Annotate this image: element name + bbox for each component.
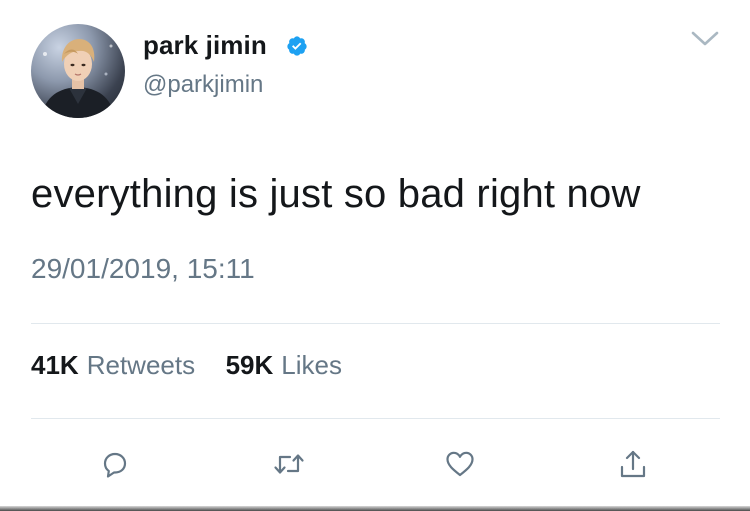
retweet-icon — [274, 454, 304, 474]
divider — [31, 323, 720, 324]
reply-button[interactable] — [97, 446, 133, 482]
divider — [31, 418, 720, 419]
retweets-count: 41K — [31, 350, 79, 380]
likes-count: 59K — [225, 350, 274, 380]
tweet-stats: 41K Retweets 59K Likes — [31, 350, 342, 381]
chevron-down-icon[interactable] — [690, 30, 720, 48]
avatar[interactable] — [31, 24, 125, 118]
like-button[interactable] — [442, 446, 478, 482]
likes-stat[interactable]: 59K Likes — [218, 350, 342, 380]
tweet-timestamp[interactable]: 29/01/2019, 15:11 — [31, 253, 255, 285]
screen-edge — [0, 506, 750, 511]
retweets-stat[interactable]: 41K Retweets — [31, 350, 202, 380]
likes-label: Likes — [281, 350, 342, 380]
tweet-card: park jimin @parkjimin everything is just… — [0, 0, 750, 511]
retweet-button[interactable] — [271, 446, 307, 482]
reply-icon — [103, 452, 127, 478]
display-name[interactable]: park jimin — [143, 30, 267, 61]
share-button[interactable] — [615, 446, 651, 482]
tweet-text: everything is just so bad right now — [31, 172, 641, 216]
verified-badge-icon — [287, 36, 307, 56]
heart-icon — [446, 451, 474, 477]
user-handle[interactable]: @parkjimin — [143, 71, 263, 99]
retweets-label: Retweets — [86, 350, 196, 380]
share-icon — [620, 450, 646, 478]
